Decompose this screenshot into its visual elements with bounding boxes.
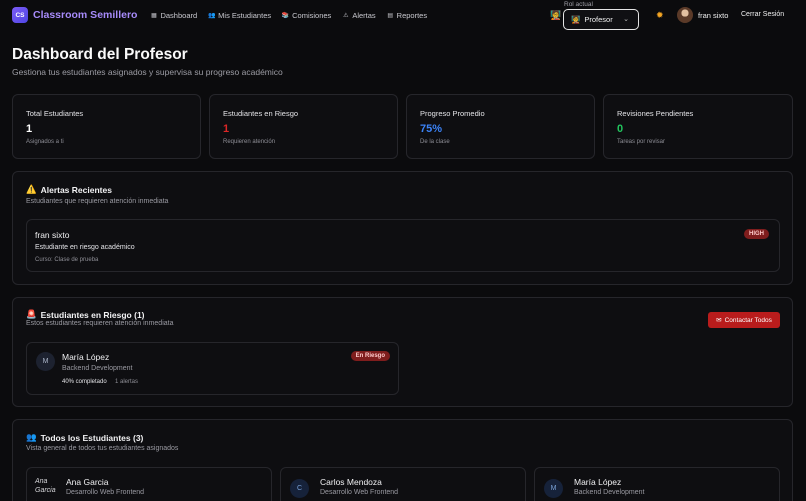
stat-value: 1 xyxy=(223,123,230,135)
stat-title: Estudiantes en Riesgo xyxy=(223,109,299,118)
stat-note: Tareas por revisar xyxy=(617,139,666,145)
status-badge: En Riesgo xyxy=(350,351,390,361)
main-nav: ▦ Dashboard 👥 Mis Estudiantes 📚 Comisiones … xyxy=(150,11,427,20)
nav-comisiones[interactable]: 📚 Comisiones xyxy=(282,11,331,20)
users-icon: 👥 xyxy=(26,432,37,442)
student-name: María López xyxy=(62,352,110,362)
contact-all-button[interactable]: ✉ Contactar Todos xyxy=(708,312,780,328)
student-course: Desarrollo Web Frontend xyxy=(320,489,399,496)
all-students-subtitle: Vista general de todos tus estudiantes a… xyxy=(26,445,179,452)
alert-student: fran sixto xyxy=(35,230,70,240)
nav-dashboard[interactable]: ▦ Dashboard xyxy=(150,11,197,20)
warning-icon: ⚠ xyxy=(343,12,349,19)
teacher-icon: 🧑‍🏫 xyxy=(550,10,562,20)
role-select[interactable]: 🧑‍🏫 Profesor ⌄ xyxy=(563,9,639,30)
avatar[interactable] xyxy=(677,7,693,23)
alerts-section: ⚠️ Alertas Recientes Estudiantes que req… xyxy=(12,171,793,285)
at-risk-student-card[interactable]: M María López En Riesgo Backend Developm… xyxy=(26,342,399,395)
alert-message: Estudiante en riesgo académico xyxy=(35,244,135,251)
student-card[interactable]: Ana Garcia Ana Garcia Desarrollo Web Fro… xyxy=(26,467,272,501)
stat-value: 75% xyxy=(420,123,443,135)
nav-alertas[interactable]: ⚠ Alertas xyxy=(342,11,376,20)
student-card[interactable]: M María López Backend Development xyxy=(534,467,780,501)
student-course: Backend Development xyxy=(574,489,645,496)
teacher-icon: 🧑‍🏫 xyxy=(571,15,581,24)
stat-note: De la clase xyxy=(420,139,450,145)
user-name: fran sixto xyxy=(698,11,729,20)
page-subtitle: Gestiona tus estudiantes asignados y sup… xyxy=(12,67,283,77)
at-risk-section: 🚨 Estudiantes en Riesgo (1) Estos estudi… xyxy=(12,297,793,407)
stat-card-at-risk: Estudiantes en Riesgo 1 Requieren atenci… xyxy=(209,94,398,159)
page-title: Dashboard del Profesor xyxy=(12,46,188,63)
stat-title: Total Estudiantes xyxy=(26,109,84,118)
at-risk-title: 🚨 Estudiantes en Riesgo (1) xyxy=(26,309,145,320)
alert-course: Curso: Clase de prueba xyxy=(35,257,99,263)
role-caption: Rol actual xyxy=(564,1,593,8)
avatar: M xyxy=(36,352,55,371)
nav-reportes[interactable]: ▤ Reportes xyxy=(387,11,427,20)
alerts-subtitle: Estudiantes que requieren atención inmed… xyxy=(26,198,169,205)
student-name: María López xyxy=(574,477,622,487)
logo[interactable]: CS xyxy=(12,7,28,23)
student-course: Desarrollo Web Frontend xyxy=(66,489,145,496)
student-name: Carlos Mendoza xyxy=(320,477,382,487)
stat-title: Revisiones Pendientes xyxy=(617,109,694,118)
book-icon: 📚 xyxy=(281,12,290,19)
stat-card-total: Total Estudiantes 1 Asignados a ti xyxy=(12,94,201,159)
stat-card-reviews: Revisiones Pendientes 0 Tareas por revis… xyxy=(603,94,793,159)
avatar: C xyxy=(290,479,309,498)
progress-text: 40% completado xyxy=(62,379,107,385)
stat-value: 0 xyxy=(617,123,624,135)
student-name: Ana Garcia xyxy=(66,477,109,487)
alert-item[interactable]: fran sixto HIGH Estudiante en riesgo aca… xyxy=(26,219,780,272)
role-value: Profesor xyxy=(584,15,613,24)
priority-badge: HIGH xyxy=(744,229,769,239)
alerts-title: ⚠️ Alertas Recientes xyxy=(26,184,112,195)
mail-icon: ✉ xyxy=(716,317,722,324)
stat-note: Asignados a ti xyxy=(26,139,64,145)
users-icon: 👥 xyxy=(207,12,216,19)
at-risk-subtitle: Estos estudiantes requieren atención inm… xyxy=(26,320,174,327)
warning-icon: ⚠️ xyxy=(26,184,37,194)
stat-title: Progreso Promedio xyxy=(420,109,485,118)
alarm-icon: 🚨 xyxy=(26,309,37,319)
nav-mis-estudiantes[interactable]: 👥 Mis Estudiantes xyxy=(208,11,271,20)
stat-value: 1 xyxy=(26,123,33,135)
student-card[interactable]: C Carlos Mendoza Desarrollo Web Frontend xyxy=(280,467,526,501)
chevron-down-icon: ⌄ xyxy=(623,16,629,23)
student-course: Backend Development xyxy=(62,365,133,372)
chart-icon: ▦ xyxy=(151,12,157,19)
report-icon: ▤ xyxy=(387,12,393,19)
logout-button[interactable]: Cerrar Sesión xyxy=(741,11,784,18)
all-students-section: 👥 Todos los Estudiantes (3) Vista genera… xyxy=(12,419,793,501)
sun-icon[interactable]: ✹ xyxy=(656,10,664,21)
stat-card-progress: Progreso Promedio 75% De la clase xyxy=(406,94,595,159)
broken-image: Ana Garcia xyxy=(35,478,56,494)
alerts-count: 1 alertas xyxy=(115,379,139,385)
all-students-title: 👥 Todos los Estudiantes (3) xyxy=(26,432,144,443)
stat-note: Requieren atención xyxy=(223,139,276,145)
avatar: M xyxy=(544,479,563,498)
brand-name[interactable]: Classroom Semillero xyxy=(33,9,137,21)
